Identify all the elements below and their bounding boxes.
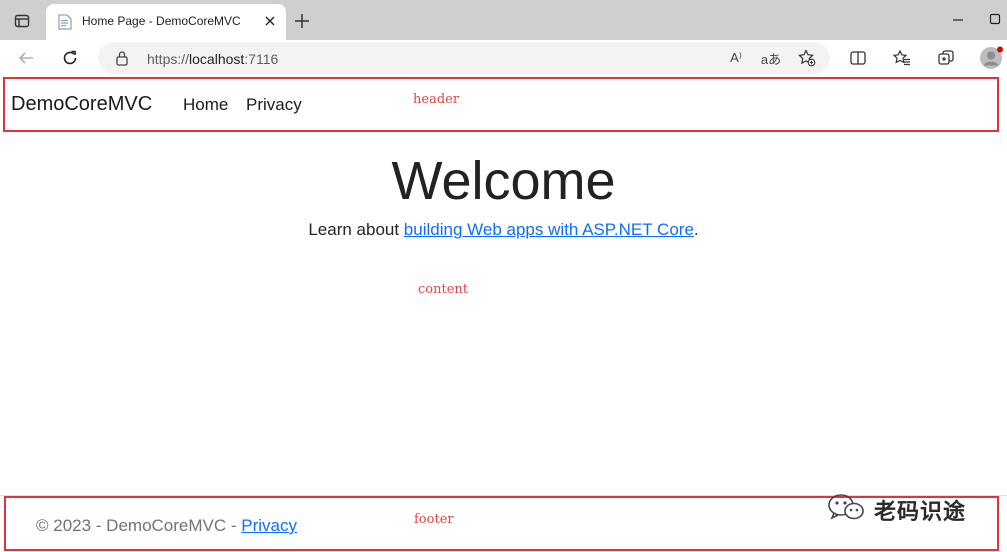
refresh-icon[interactable] [58,46,82,70]
url-host: localhost [189,51,245,67]
watermark-text: 老码识途 [874,499,967,525]
footer-copyright: © 2023 - DemoCoreMVC - Privacy [36,516,297,536]
footer-privacy-link[interactable]: Privacy [241,516,297,535]
minimize-window-icon[interactable] [948,10,968,28]
footer-copyright-text: © 2023 - DemoCoreMVC - [36,516,242,535]
page-favicon-icon [58,14,72,30]
navbar-brand[interactable]: DemoCoreMVC [11,93,152,116]
tab-title: Home Page - DemoCoreMVC [82,14,241,28]
url-port: :7116 [244,51,279,67]
new-tab-icon[interactable] [292,11,312,31]
aspnet-docs-link[interactable]: building Web apps with ASP.NET Core [404,220,694,239]
browser-tab-active[interactable]: Home Page - DemoCoreMVC [46,4,286,40]
browser-toolbar: https://localhost:7116 A⁾ aあ [0,40,1007,76]
content-annotation-label: content [418,282,468,297]
nav-link-privacy[interactable]: Privacy [246,95,302,115]
wechat-icon [826,492,866,527]
url-text[interactable]: https://localhost:7116 [147,51,278,67]
translate-icon[interactable]: aあ [760,47,782,69]
browser-tab-strip: Home Page - DemoCoreMVC [0,0,1007,40]
nav-link-home[interactable]: Home [183,95,228,115]
address-bar[interactable]: https://localhost:7116 A⁾ aあ [98,42,830,74]
read-aloud-icon[interactable]: A⁾ [725,47,747,69]
maximize-window-icon[interactable] [985,10,1005,28]
add-favorite-icon[interactable] [796,47,818,69]
lock-icon[interactable] [114,50,130,66]
tab-actions-icon[interactable] [12,11,32,31]
watermark: 老码识途 [826,492,966,527]
close-tab-icon[interactable] [262,13,278,29]
collections-icon[interactable] [934,46,958,70]
favorites-icon[interactable] [890,46,914,70]
header-annotation-box [3,77,999,132]
profile-avatar-icon[interactable] [979,46,1003,70]
footer-annotation-label: footer [414,512,454,527]
back-arrow-icon[interactable] [14,46,38,70]
learn-suffix: . [693,220,699,239]
url-scheme: https:// [147,51,190,67]
learn-prefix: Learn about [308,220,404,239]
learn-about-text: Learn about building Web apps with ASP.N… [0,220,1007,240]
header-annotation-label: header [413,92,460,107]
welcome-heading: Welcome [391,151,616,211]
split-screen-icon[interactable] [846,46,870,70]
